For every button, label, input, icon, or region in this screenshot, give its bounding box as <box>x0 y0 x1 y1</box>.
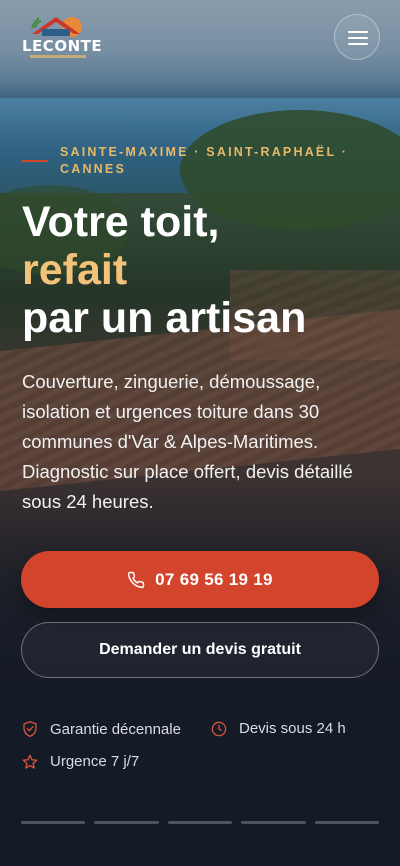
brand-tagline-bar <box>30 55 86 58</box>
hero-headline: Votre toit, refait par un artisan <box>22 198 392 342</box>
badge-emergency-label: Urgence 7 j/7 <box>50 753 140 770</box>
headline-line-3: par un artisan <box>22 294 307 342</box>
quote-button[interactable]: Demander un devis gratuit <box>21 622 379 678</box>
quote-button-label: Demander un devis gratuit <box>99 641 301 658</box>
badge-guarantee-label: Garantie décennale <box>50 720 181 738</box>
call-button-label: 07 69 56 19 19 <box>155 569 273 589</box>
carousel-dot[interactable] <box>21 821 86 824</box>
hamburger-icon <box>348 37 368 39</box>
star-icon <box>22 754 38 769</box>
hamburger-icon <box>348 31 368 33</box>
brand-name: LECONTE <box>22 37 103 55</box>
hero-locations: SAINTE-MAXIME · SAINT-RAPHAËL · CANNES <box>60 145 349 176</box>
phone-icon <box>127 571 145 588</box>
hamburger-icon <box>348 43 368 45</box>
carousel-dot[interactable] <box>167 821 233 824</box>
headline-accent: refait <box>22 246 128 294</box>
top-bar: LECONTE <box>0 0 400 75</box>
badge-quote-delay: Devis sous 24 h <box>211 720 346 737</box>
shield-check-icon <box>23 721 37 737</box>
menu-button[interactable] <box>334 14 380 60</box>
badge-guarantee: Garantie décennale <box>22 720 181 738</box>
hero-lead: Couverture, zinguerie, démoussage, isola… <box>22 371 353 512</box>
brand-logo[interactable]: LECONTE <box>22 14 103 60</box>
house-roof-icon <box>31 17 82 37</box>
carousel-indicators <box>21 821 380 824</box>
carousel-dot[interactable] <box>241 821 306 824</box>
eyebrow-divider <box>22 160 48 162</box>
badge-emergency: Urgence 7 j/7 <box>22 753 139 770</box>
badge-quote-delay-label: Devis sous 24 h <box>239 720 346 737</box>
carousel-dot[interactable] <box>94 821 159 824</box>
headline-line-1: Votre toit, <box>22 198 220 246</box>
clock-icon <box>211 721 227 736</box>
call-button[interactable]: 07 69 56 19 19 <box>21 551 379 608</box>
carousel-dot[interactable] <box>314 821 380 824</box>
